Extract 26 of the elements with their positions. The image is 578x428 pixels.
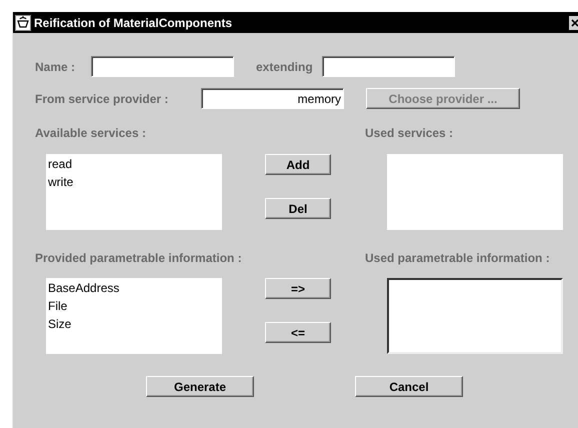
list-box[interactable]: BaseAddress File Size	[46, 278, 222, 354]
section-label: Used parametrable information :	[365, 251, 551, 265]
list-box[interactable]: read write	[46, 154, 222, 230]
field-label: From service provider :	[35, 92, 170, 106]
list-item[interactable]: BaseAddress	[48, 281, 220, 295]
list-item[interactable]: File	[48, 299, 220, 313]
provider-field[interactable]: memory	[201, 88, 344, 109]
section-label: Used services :	[365, 126, 454, 140]
dialog-button[interactable]: Cancel	[355, 376, 463, 397]
close-icon[interactable]	[569, 16, 578, 30]
list-item[interactable]: write	[48, 175, 220, 189]
list-button[interactable]: =>	[265, 278, 331, 299]
dialog-button[interactable]: Generate	[146, 376, 254, 397]
field-label: extending	[255, 60, 314, 74]
extending-field[interactable]	[322, 56, 455, 77]
list-item[interactable]: read	[48, 157, 220, 171]
list-button[interactable]: Del	[265, 198, 331, 219]
name-field[interactable]	[91, 56, 234, 77]
section-label: Provided parametrable information :	[35, 251, 243, 265]
list-box[interactable]	[387, 278, 563, 354]
list-button[interactable]: Add	[265, 154, 331, 175]
field-label: Name :	[35, 60, 76, 74]
list-button[interactable]: <=	[265, 322, 331, 343]
window-title: Reification of MaterialComponents	[34, 16, 234, 30]
list-item[interactable]: Size	[48, 317, 220, 331]
section-label: Available services :	[35, 126, 147, 140]
